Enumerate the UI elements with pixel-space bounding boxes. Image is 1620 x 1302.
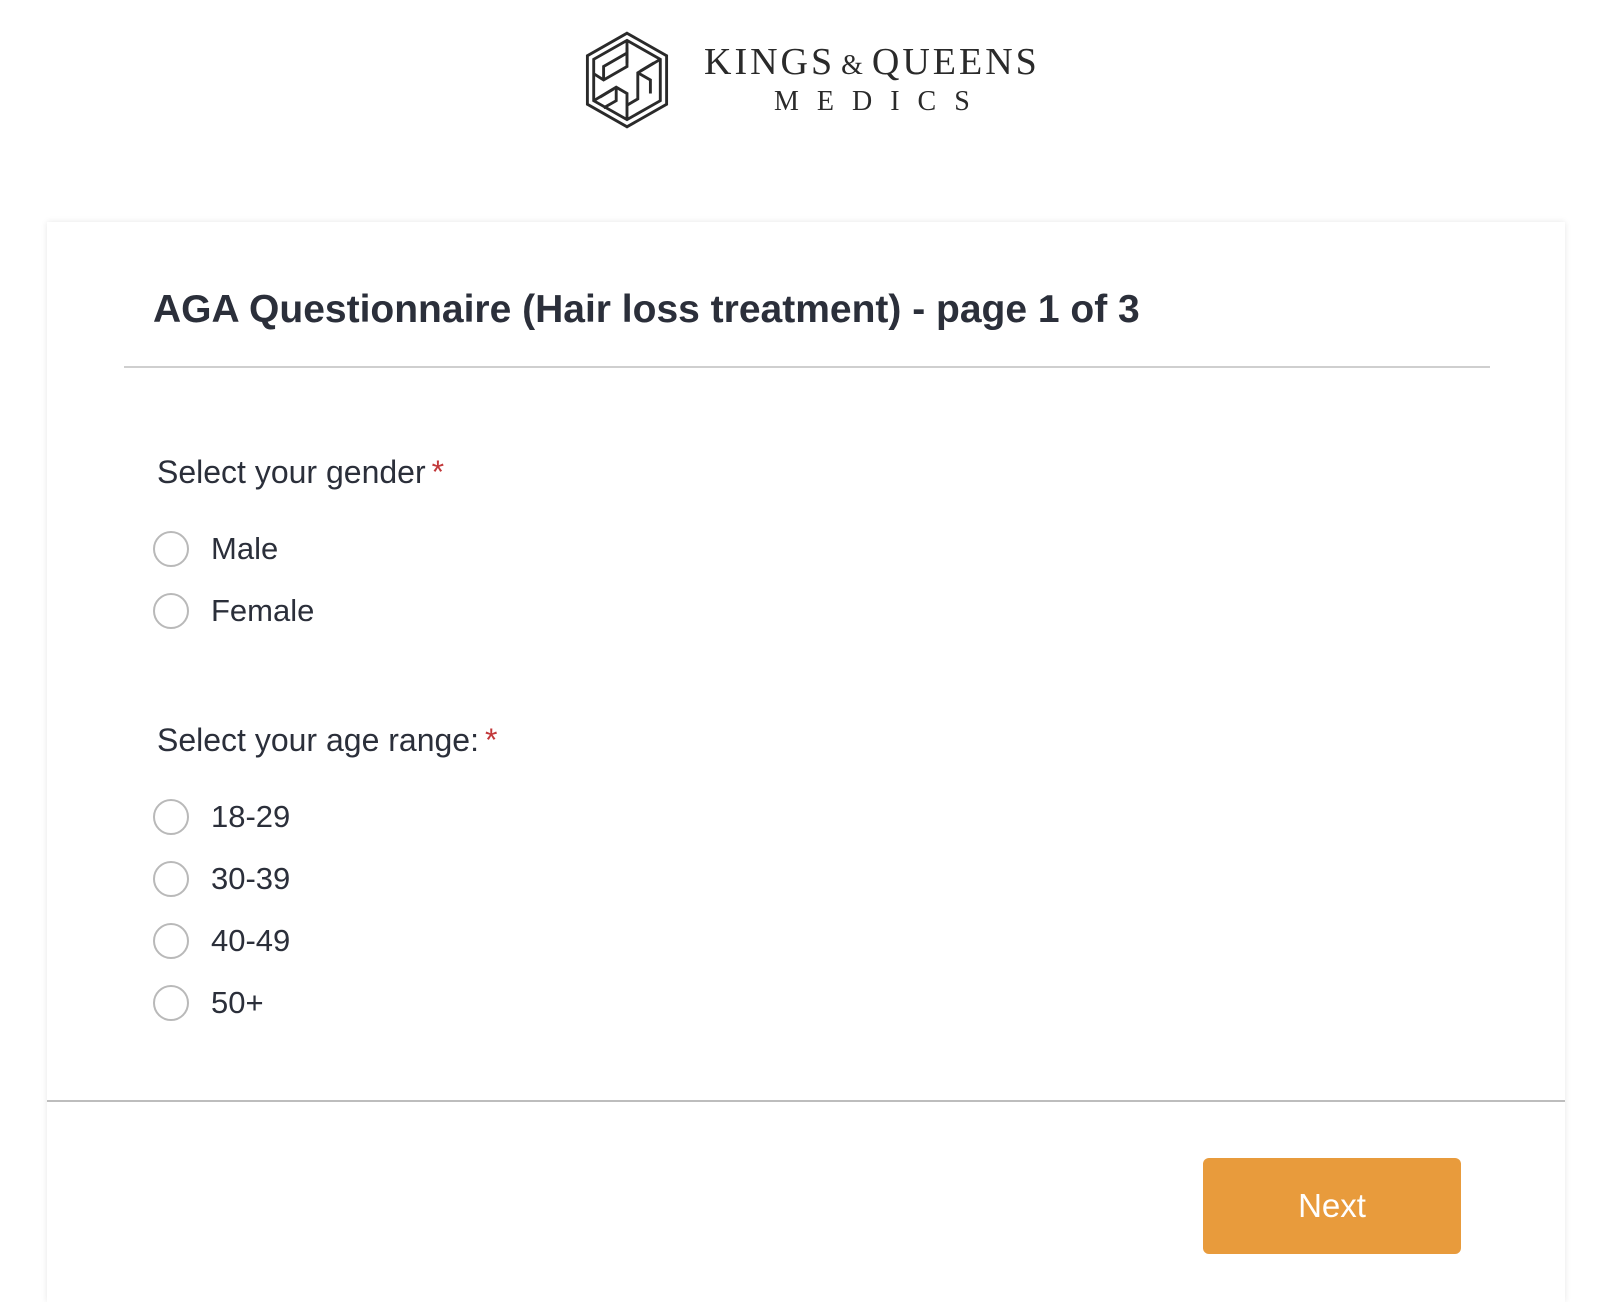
radio-group-age: 18-29 30-39 40-49 50+ <box>153 786 497 1034</box>
questionnaire-card: AGA Questionnaire (Hair loss treatment) … <box>47 222 1565 1302</box>
brand-name-kings: KINGS <box>704 41 836 83</box>
radio-label: 40-49 <box>211 923 291 958</box>
radio-option-male[interactable]: Male <box>153 518 444 580</box>
radio-option-40-49[interactable]: 40-49 <box>153 910 497 972</box>
question-text: Select your gender <box>157 454 426 490</box>
brand-wordmark: KINGS & QUEENS MEDICS <box>704 42 1040 118</box>
title-divider <box>124 366 1490 368</box>
footer-divider <box>47 1100 1565 1102</box>
brand-name-ampersand: & <box>841 50 866 81</box>
hexagon-logo-icon <box>585 31 669 129</box>
brand-name-queens: QUEENS <box>871 41 1040 83</box>
radio-button[interactable] <box>153 799 189 835</box>
question-age-range: Select your age range: * 18-29 30-39 40-4… <box>153 720 497 1034</box>
radio-button[interactable] <box>153 985 189 1021</box>
radio-label: Female <box>211 593 315 628</box>
brand-name-medics: MEDICS <box>774 86 988 117</box>
required-asterisk: * <box>484 722 498 758</box>
radio-option-50-plus[interactable]: 50+ <box>153 972 497 1034</box>
radio-button[interactable] <box>153 923 189 959</box>
brand-logo: KINGS & QUEENS MEDICS <box>582 28 1040 132</box>
radio-button[interactable] <box>153 593 189 629</box>
radio-label: 50+ <box>211 985 264 1020</box>
question-label: Select your age range: * <box>157 720 497 760</box>
radio-option-30-39[interactable]: 30-39 <box>153 848 497 910</box>
page-title: AGA Questionnaire (Hair loss treatment) … <box>153 288 1140 331</box>
question-label: Select your gender * <box>157 452 444 492</box>
radio-label: 30-39 <box>211 861 291 896</box>
question-gender: Select your gender * Male Female <box>153 452 444 642</box>
question-text: Select your age range: <box>157 722 479 758</box>
next-button[interactable]: Next <box>1203 1158 1461 1254</box>
required-asterisk: * <box>431 454 445 490</box>
radio-label: 18-29 <box>211 799 291 834</box>
radio-option-female[interactable]: Female <box>153 580 444 642</box>
radio-group-gender: Male Female <box>153 518 444 642</box>
radio-label: Male <box>211 531 279 566</box>
radio-button[interactable] <box>153 861 189 897</box>
radio-button[interactable] <box>153 531 189 567</box>
header: KINGS & QUEENS MEDICS <box>0 0 1620 200</box>
radio-option-18-29[interactable]: 18-29 <box>153 786 497 848</box>
